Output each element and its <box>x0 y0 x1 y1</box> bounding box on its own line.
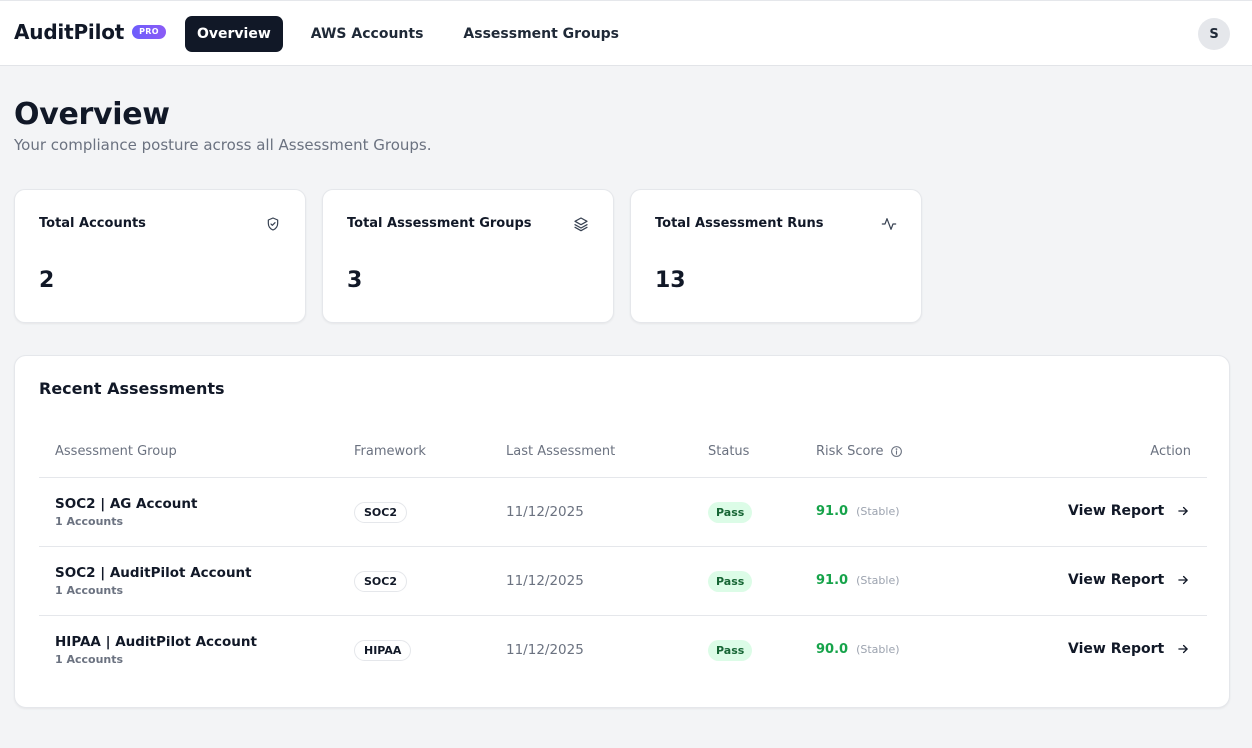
risk-score: 90.0 (Stable) <box>816 642 900 657</box>
status-badge: Pass <box>708 502 753 523</box>
table-header: Assessment Group Framework Last Assessme… <box>39 428 1207 478</box>
last-assessment-date: 11/12/2025 <box>506 642 584 658</box>
nav-item-overview[interactable]: Overview <box>185 16 283 52</box>
risk-score: 91.0 (Stable) <box>816 504 900 519</box>
recent-assessments-table: Assessment Group Framework Last Assessme… <box>39 428 1207 685</box>
stat-label: Total Accounts <box>39 216 146 231</box>
main-nav: Overview AWS Accounts Assessment Groups <box>185 16 647 52</box>
view-report-label: View Report <box>1068 641 1165 657</box>
nav-item-aws-accounts[interactable]: AWS Accounts <box>299 16 436 52</box>
table-row: SOC2 | AuditPilot Account 1 Accounts SOC… <box>39 547 1207 616</box>
assessment-group-name: SOC2 | AG Account <box>55 496 198 512</box>
page-subtitle: Your compliance posture across all Asses… <box>14 136 432 154</box>
risk-trend: (Stable) <box>856 643 900 656</box>
info-icon[interactable] <box>890 445 903 458</box>
page-title: Overview <box>14 97 170 132</box>
status-badge: Pass <box>708 571 753 592</box>
risk-score-value: 91.0 <box>816 504 849 519</box>
framework-badge: HIPAA <box>354 640 412 661</box>
col-header-risk-score-label: Risk Score <box>816 444 884 459</box>
brand[interactable]: AuditPilot PRO <box>14 20 166 44</box>
col-header-framework: Framework <box>354 444 426 459</box>
app-name: AuditPilot <box>14 20 125 44</box>
assessment-group-name: SOC2 | AuditPilot Account <box>55 565 252 581</box>
pro-badge: PRO <box>132 25 166 39</box>
view-report-button[interactable]: View Report <box>1068 641 1190 657</box>
account-count: 1 Accounts <box>55 515 124 528</box>
arrow-right-icon <box>1178 575 1188 585</box>
risk-trend: (Stable) <box>856 574 900 587</box>
stat-card-total-accounts: Total Accounts 2 <box>14 189 306 323</box>
risk-score-value: 90.0 <box>816 642 849 657</box>
layers-icon <box>574 217 588 232</box>
risk-score: 91.0 (Stable) <box>816 573 900 588</box>
arrow-right-icon <box>1178 644 1188 654</box>
framework-badge: SOC2 <box>354 571 407 592</box>
status-badge: Pass <box>708 640 753 661</box>
stat-value: 13 <box>655 268 686 293</box>
stat-label: Total Assessment Groups <box>347 216 532 231</box>
last-assessment-date: 11/12/2025 <box>506 573 584 589</box>
stat-card-total-assessment-runs: Total Assessment Runs 13 <box>630 189 922 323</box>
account-count: 1 Accounts <box>55 584 124 597</box>
risk-score-value: 91.0 <box>816 573 849 588</box>
view-report-label: View Report <box>1068 503 1165 519</box>
stat-card-total-assessment-groups: Total Assessment Groups 3 <box>322 189 614 323</box>
arrow-right-icon <box>1178 506 1188 516</box>
risk-trend: (Stable) <box>856 505 900 518</box>
col-header-status: Status <box>708 444 750 459</box>
col-header-action: Action <box>1150 444 1191 459</box>
stat-value: 2 <box>39 268 55 293</box>
table-row: SOC2 | AG Account 1 Accounts SOC2 11/12/… <box>39 478 1207 547</box>
nav-item-assessment-groups[interactable]: Assessment Groups <box>451 16 631 52</box>
top-navigation-bar: AuditPilot PRO Overview AWS Accounts Ass… <box>0 0 1252 66</box>
account-count: 1 Accounts <box>55 653 124 666</box>
recent-assessments-title: Recent Assessments <box>39 379 225 398</box>
activity-icon <box>881 218 897 230</box>
table-row: HIPAA | AuditPilot Account 1 Accounts HI… <box>39 616 1207 685</box>
user-avatar[interactable]: S <box>1198 18 1230 50</box>
last-assessment-date: 11/12/2025 <box>506 504 584 520</box>
view-report-label: View Report <box>1068 572 1165 588</box>
view-report-button[interactable]: View Report <box>1068 572 1190 588</box>
recent-assessments-card: Recent Assessments Assessment Group Fram… <box>14 355 1230 708</box>
framework-badge: SOC2 <box>354 502 407 523</box>
stat-label: Total Assessment Runs <box>655 216 824 231</box>
col-header-assessment-group: Assessment Group <box>55 444 177 459</box>
assessment-group-name: HIPAA | AuditPilot Account <box>55 634 257 650</box>
col-header-last-assessment: Last Assessment <box>506 444 616 459</box>
view-report-button[interactable]: View Report <box>1068 503 1190 519</box>
shield-check-icon <box>267 217 279 231</box>
stat-value: 3 <box>347 268 363 293</box>
col-header-risk-score: Risk Score <box>816 444 903 459</box>
